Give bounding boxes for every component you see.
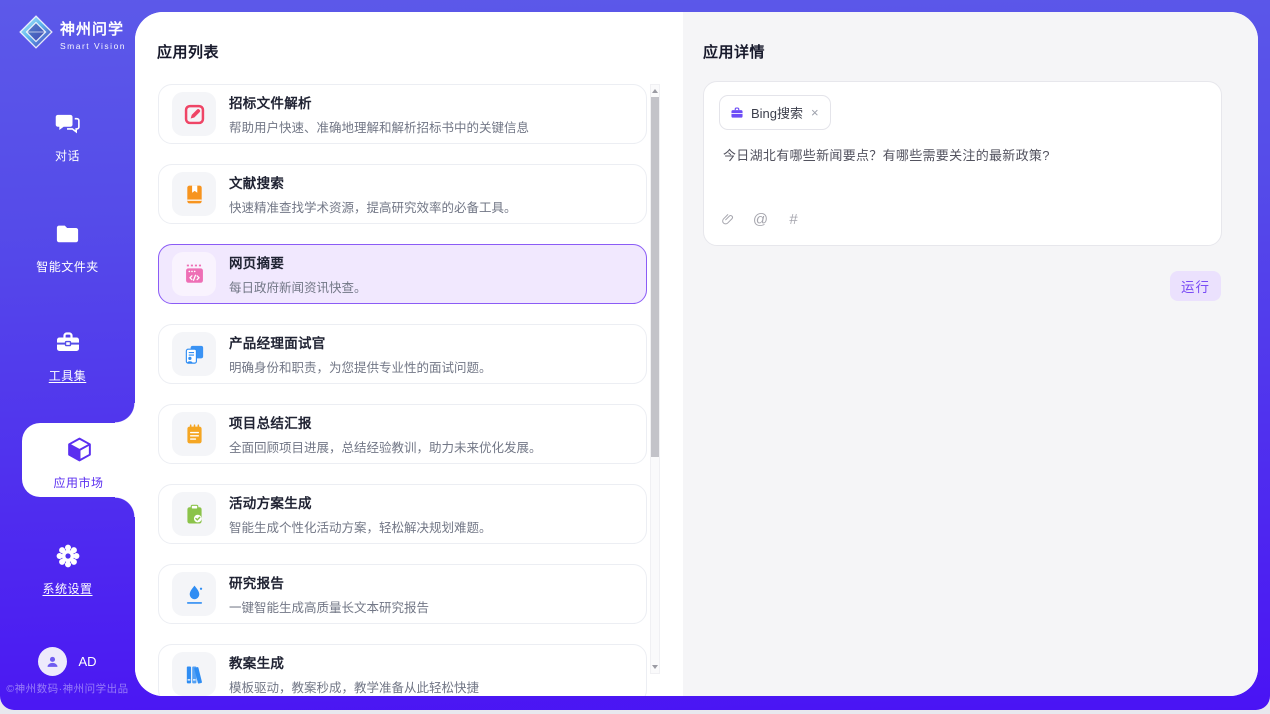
app-card[interactable]: 研究报告一键智能生成高质量长文本研究报告 <box>158 564 647 624</box>
pen-square-icon <box>172 92 216 136</box>
app-card[interactable]: 文献搜索快速精准查找学术资源，提高研究效率的必备工具。 <box>158 164 647 224</box>
scroll-down-icon[interactable] <box>651 661 659 673</box>
sidebar-item-label: 智能文件夹 <box>0 258 135 275</box>
prompt-input-card[interactable]: Bing搜索 × 今日湖北有哪些新闻要点？有哪些需要关注的最新政策? @ # <box>703 81 1222 246</box>
interview-icon <box>172 332 216 376</box>
scrollbar-thumb[interactable] <box>651 97 659 457</box>
app-card-meta: 研究报告一键智能生成高质量长文本研究报告 <box>229 572 429 616</box>
notepad-icon <box>172 412 216 456</box>
app-list-panel: 应用列表 招标文件解析帮助用户快速、准确地理解和解析招标书中的关键信息文献搜索快… <box>135 12 683 696</box>
clipboard-check-icon <box>172 492 216 536</box>
app-card-title: 招标文件解析 <box>229 92 529 112</box>
app-card-title: 研究报告 <box>229 572 429 592</box>
cube-icon <box>65 435 92 462</box>
sidebar-item-1[interactable]: 智能文件夹 <box>0 221 135 275</box>
app-card[interactable]: 招标文件解析帮助用户快速、准确地理解和解析招标书中的关键信息 <box>158 84 647 144</box>
briefcase-icon <box>730 106 744 120</box>
app-card-description: 每日政府新闻资讯快查。 <box>229 277 367 296</box>
main-content: 应用列表 招标文件解析帮助用户快速、准确地理解和解析招标书中的关键信息文献搜索快… <box>135 12 1258 696</box>
app-card-description: 帮助用户快速、准确地理解和解析招标书中的关键信息 <box>229 117 529 136</box>
app-detail-panel: 应用详情 Bing搜索 × 今日湖北有哪些新闻要点？有哪些需要关注的最新政策? <box>683 12 1258 696</box>
app-card-meta: 项目总结汇报全面回顾项目进展，总结经验教训，助力未来优化发展。 <box>229 412 542 456</box>
app-card-meta: 活动方案生成智能生成个性化活动方案，轻松解决规划难题。 <box>229 492 492 536</box>
chat-icon <box>54 110 81 137</box>
app-card-description: 全面回顾项目进展，总结经验教训，助力未来优化发展。 <box>229 437 542 456</box>
sidebar: 神州问学 Smart Vision 对话智能文件夹工具集应用市场系统设置 AD … <box>0 0 135 710</box>
diamond-logo-icon <box>18 14 54 55</box>
paperclip-icon[interactable] <box>720 212 735 227</box>
app-card-description: 模板驱动，教案秒成，教学准备从此轻松快捷 <box>229 677 479 696</box>
logo-subtitle: Smart Vision <box>60 41 126 51</box>
app-card-title: 文献搜索 <box>229 172 517 192</box>
app-logo: 神州问学 Smart Vision <box>18 14 126 55</box>
list-scrollbar[interactable] <box>650 84 660 674</box>
app-card-description: 明确身份和职责，为您提供专业性的面试问题。 <box>229 357 492 376</box>
run-button[interactable]: 运行 <box>1170 271 1221 301</box>
app-list-title: 应用列表 <box>157 41 219 62</box>
sidebar-item-4[interactable]: 系统设置 <box>0 542 135 597</box>
query-text[interactable]: 今日湖北有哪些新闻要点？有哪些需要关注的最新政策? <box>723 145 1205 164</box>
app-card-description: 智能生成个性化活动方案，轻松解决规划难题。 <box>229 517 492 536</box>
app-card-title: 项目总结汇报 <box>229 412 542 432</box>
app-card[interactable]: 网页摘要每日政府新闻资讯快查。 <box>158 244 647 304</box>
sidebar-item-label: 应用市场 <box>22 474 135 491</box>
sidebar-item-label: 对话 <box>0 147 135 164</box>
app-card[interactable]: 活动方案生成智能生成个性化活动方案，轻松解决规划难题。 <box>158 484 647 544</box>
logo-title: 神州问学 <box>60 21 124 38</box>
app-card[interactable]: 产品经理面试官明确身份和职责，为您提供专业性的面试问题。 <box>158 324 647 384</box>
app-card-meta: 网页摘要每日政府新闻资讯快查。 <box>229 252 367 296</box>
app-card-meta: 产品经理面试官明确身份和职责，为您提供专业性的面试问题。 <box>229 332 492 376</box>
attachment-toolbar: @ # <box>720 212 801 227</box>
sidebar-item-2[interactable]: 工具集 <box>0 329 135 384</box>
at-icon[interactable]: @ <box>753 212 768 227</box>
app-card-title: 产品经理面试官 <box>229 332 492 352</box>
app-card-title: 教案生成 <box>229 652 479 672</box>
toolbox-icon <box>54 329 81 356</box>
tool-tag-label: Bing搜索 <box>751 103 803 122</box>
app-card-description: 快速精准查找学术资源，提高研究效率的必备工具。 <box>229 197 517 216</box>
ink-drop-icon <box>172 572 216 616</box>
hash-icon[interactable]: # <box>786 212 801 227</box>
books-icon <box>172 652 216 696</box>
app-card-list: 招标文件解析帮助用户快速、准确地理解和解析招标书中的关键信息文献搜索快速精准查找… <box>158 84 647 696</box>
app-card[interactable]: 教案生成模板驱动，教案秒成，教学准备从此轻松快捷 <box>158 644 647 696</box>
avatar[interactable] <box>38 647 67 676</box>
app-card-meta: 教案生成模板驱动，教案秒成，教学准备从此轻松快捷 <box>229 652 479 696</box>
scroll-up-icon[interactable] <box>651 85 659 97</box>
app-detail-title: 应用详情 <box>703 41 765 62</box>
tag-close-icon[interactable]: × <box>810 106 820 119</box>
app-card[interactable]: 项目总结汇报全面回顾项目进展，总结经验教训，助力未来优化发展。 <box>158 404 647 464</box>
sidebar-item-label: 系统设置 <box>0 580 135 597</box>
app-card-title: 网页摘要 <box>229 252 367 272</box>
book-icon <box>172 172 216 216</box>
sidebar-item-0[interactable]: 对话 <box>0 110 135 164</box>
copyright-footer: ©神州数码·神州问学出品 <box>0 681 135 696</box>
folder-icon <box>54 221 81 248</box>
app-card-meta: 文献搜索快速精准查找学术资源，提高研究效率的必备工具。 <box>229 172 517 216</box>
user-name: AD <box>78 654 96 669</box>
user-row[interactable]: AD <box>0 647 135 676</box>
gear-icon <box>54 542 81 569</box>
browser-code-icon <box>172 252 216 296</box>
sidebar-item-label: 工具集 <box>0 367 135 384</box>
tool-tag-bing[interactable]: Bing搜索 × <box>719 95 831 130</box>
app-card-meta: 招标文件解析帮助用户快速、准确地理解和解析招标书中的关键信息 <box>229 92 529 136</box>
person-icon <box>44 653 61 670</box>
app-card-title: 活动方案生成 <box>229 492 492 512</box>
sidebar-item-3[interactable]: 应用市场 <box>22 423 135 497</box>
app-card-description: 一键智能生成高质量长文本研究报告 <box>229 597 429 616</box>
